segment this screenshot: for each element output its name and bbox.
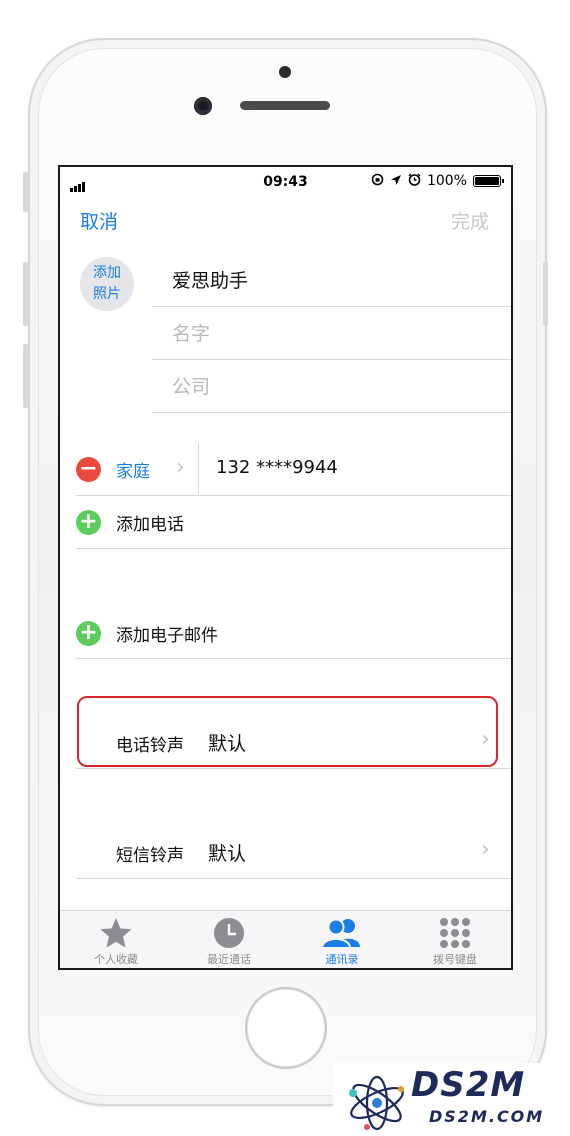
location-icon [390,174,402,189]
phone-row: − 家庭 › 132 ****9944 [76,443,511,496]
phone-number-field[interactable]: 132 ****9944 [216,457,338,478]
sms-tone-row[interactable]: 短信铃声 默认 › [76,827,511,879]
proximity-sensor [279,66,291,78]
orientation-lock-icon [371,173,384,189]
tab-keypad-label: 拨号键盘 [433,953,477,966]
status-bar: 09:43 100% [60,167,511,195]
screen: 09:43 100% 取消 完成 添加 照片 爱思助手 名字 公司 − 家庭 ›… [58,165,513,970]
delete-phone-icon[interactable]: − [76,457,101,482]
status-right: 100% [371,173,504,189]
front-camera [194,97,212,115]
contacts-icon [292,915,392,951]
sms-tone-label: 短信铃声 [116,846,184,866]
add-email-label: 添加电子邮件 [116,626,218,646]
tab-recents[interactable]: 最近通话 [179,915,279,967]
earpiece-speaker [240,101,330,110]
add-phone-icon[interactable]: + [76,510,101,535]
sms-tone-chevron-icon: › [481,837,490,862]
add-photo-label-line2: 照片 [93,286,121,302]
tab-favorites-label: 个人收藏 [94,953,138,966]
atom-logo-icon [349,1075,404,1131]
name-field[interactable]: 名字 [152,308,511,360]
watermark-title: DS2M [411,1065,526,1105]
tab-contacts[interactable]: 通讯录 [292,915,392,967]
mute-switch [23,172,28,212]
ds2m-watermark: DS2M DS2M.COM [333,1063,565,1133]
add-email-icon[interactable]: + [76,621,101,646]
tab-contacts-label: 通讯录 [325,953,359,966]
add-email-row[interactable]: + 添加电子邮件 [76,607,511,659]
battery-icon [473,175,504,187]
keypad-icon [405,915,505,951]
phone-label-chevron-icon[interactable]: › [176,455,185,480]
company-name-field[interactable]: 爱思助手 [152,255,511,307]
ringtone-highlight-box [77,696,498,767]
clock-icon [179,915,279,951]
add-phone-row[interactable]: + 添加电话 [76,496,511,549]
watermark-subtitle: DS2M.COM [429,1107,545,1126]
phone-divider [198,443,199,495]
star-icon [66,915,166,951]
power-button [543,262,548,326]
battery-percent: 100% [426,173,467,189]
volume-up-button [23,262,28,326]
home-button[interactable] [245,987,327,1069]
add-photo-label-line1: 添加 [93,265,121,281]
add-photo-button[interactable]: 添加 照片 [80,257,134,311]
tab-keypad[interactable]: 拨号键盘 [405,915,505,967]
phone-label[interactable]: 家庭 [116,457,150,482]
tab-favorites[interactable]: 个人收藏 [66,915,166,967]
tab-recents-label: 最近通话 [207,953,251,966]
alarm-icon [408,173,421,189]
company-field[interactable]: 公司 [152,361,511,413]
done-button[interactable]: 完成 [451,207,489,234]
sms-tone-value: 默认 [208,843,247,865]
cancel-button[interactable]: 取消 [80,207,118,234]
volume-down-button [23,344,28,408]
add-phone-label: 添加电话 [116,515,184,535]
tab-bar: 个人收藏 最近通话 通讯录 拨号键盘 [60,910,511,968]
